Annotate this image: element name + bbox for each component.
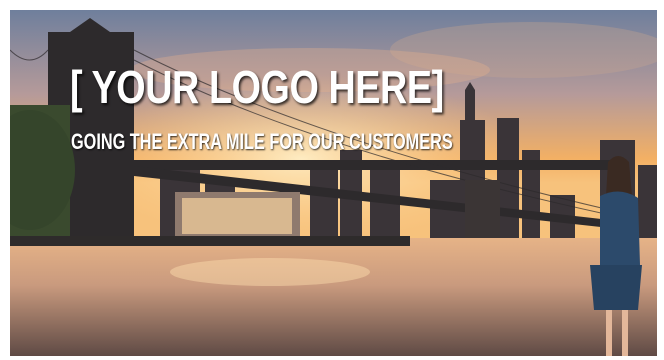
logo-placeholder-heading: [ YOUR LOGO HERE] bbox=[70, 61, 444, 113]
slide-canvas: [ YOUR LOGO HERE] GOING THE EXTRA MILE F… bbox=[10, 10, 657, 356]
tagline-text: GOING THE EXTRA MILE FOR OUR CUSTOMERS bbox=[71, 129, 453, 154]
